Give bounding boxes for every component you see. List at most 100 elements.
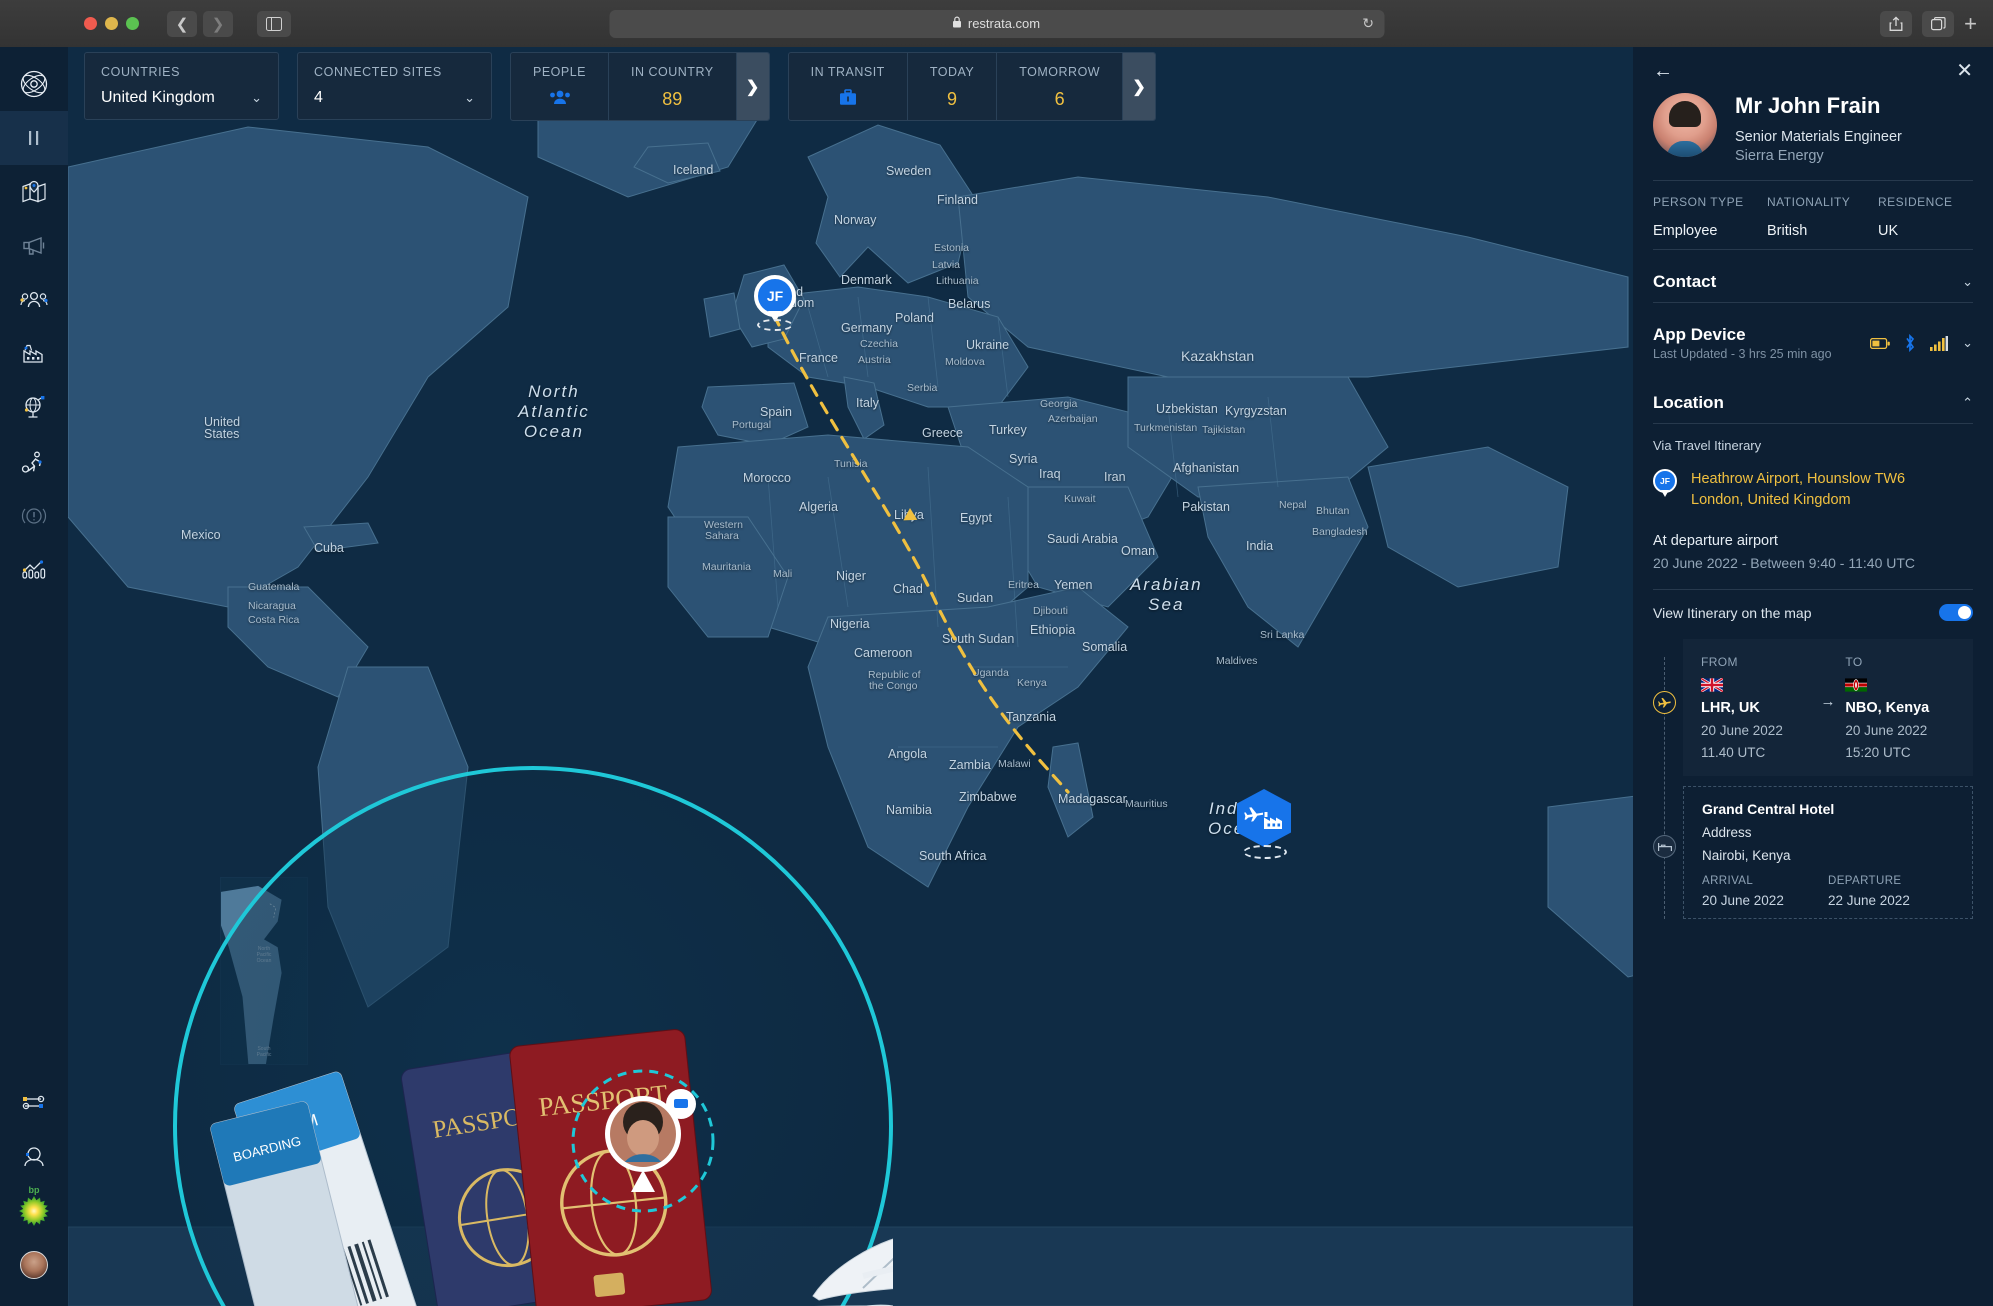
hotel-departure: DEPARTURE 22 June 2022 (1828, 875, 1954, 908)
forward-button[interactable]: ❯ (203, 10, 233, 37)
chevron-up-icon[interactable]: ⌃ (1962, 395, 1973, 411)
lock-icon (953, 16, 962, 31)
stat-tomorrow-value: 6 (1054, 89, 1065, 109)
close-icon[interactable]: ✕ (1956, 61, 1973, 81)
app-device-section-header[interactable]: App Device Last Updated - 3 hrs 25 min a… (1653, 303, 1973, 371)
left-nav-rail: bp (0, 47, 68, 1306)
stat-in-country[interactable]: IN COUNTRY 89 (609, 53, 737, 120)
sidebar-item-sites[interactable] (0, 327, 68, 381)
sidebar-item-map[interactable] (0, 165, 68, 219)
stat-tomorrow-label: TOMORROW (1019, 65, 1101, 79)
people-icon (549, 90, 570, 104)
sidebar-item-account[interactable] (0, 1238, 68, 1292)
origin-marker[interactable]: JF (754, 275, 796, 331)
sidebar-item-tenant[interactable]: bp (0, 1184, 68, 1238)
location-source: Via Travel Itinerary (1653, 438, 1762, 453)
briefcase-icon (839, 89, 856, 105)
app-device-last-updated: Last Updated - 3 hrs 25 min ago (1653, 347, 1832, 361)
sidebar-item-announcements[interactable] (0, 219, 68, 273)
destination-marker-shadow (1243, 845, 1287, 859)
avatar-icon (20, 1251, 48, 1279)
reload-icon[interactable]: ↻ (1362, 15, 1374, 32)
stat-people[interactable]: PEOPLE (511, 53, 610, 120)
sidebar-item-journey[interactable] (0, 435, 68, 489)
flight-from-label: FROM (1701, 655, 1738, 669)
chevron-down-icon[interactable]: ⌄ (464, 90, 475, 106)
hotel-address-label: Address (1702, 825, 1752, 840)
signal-bars-icon (1930, 335, 1949, 351)
destination-cluster-marker[interactable] (1237, 789, 1291, 859)
chevron-down-icon[interactable]: ⌄ (251, 90, 262, 106)
plane-icon (1244, 807, 1263, 822)
close-window-button[interactable] (84, 17, 97, 30)
chevron-down-icon[interactable]: ⌄ (1962, 274, 1973, 290)
sidebar-item-travel[interactable] (0, 381, 68, 435)
battery-icon (1870, 337, 1890, 349)
view-itinerary-toggle-row[interactable]: View Itinerary on the map (1653, 590, 1973, 621)
mini-map-inset[interactable]: North Pacific Ocean South Pacific (220, 877, 308, 1065)
flight-to-date: 20 June 2022 (1845, 723, 1928, 738)
location-status-time: 20 June 2022 - Between 9:40 - 11:40 UTC (1653, 555, 1916, 571)
stat-in-transit[interactable]: IN TRANSIT (789, 53, 908, 120)
sidebar-item-reports[interactable] (0, 543, 68, 597)
location-address-line2: London, United Kingdom (1691, 492, 1851, 508)
flight-from: FROM LHR, UK 20 June 2022 11.40 UTC (1701, 655, 1811, 760)
back-button[interactable]: ❮ (167, 10, 197, 37)
stat-today-label: TODAY (929, 65, 975, 79)
sidebar-item-people[interactable] (0, 273, 68, 327)
tabs-icon[interactable] (1922, 10, 1955, 37)
kenya-flag-icon (1845, 678, 1868, 692)
origin-marker-initials: JF (766, 288, 784, 304)
meta-residence-value: UK (1878, 223, 1899, 239)
person-name: Mr John Frain (1735, 93, 1881, 118)
sidebar-item-incidents[interactable] (0, 489, 68, 543)
stat-today[interactable]: TODAY 9 (908, 53, 998, 120)
view-itinerary-toggle[interactable] (1939, 604, 1973, 621)
person-title: Senior Materials Engineer (1735, 129, 1902, 145)
minimize-window-button[interactable] (105, 17, 118, 30)
hotel-arrival: ARRIVAL 20 June 2022 (1702, 875, 1828, 908)
sidebar-toggle-icon[interactable] (257, 10, 291, 37)
user-circle-icon (24, 1147, 44, 1167)
chevron-down-icon[interactable]: ⌄ (1962, 335, 1973, 351)
plane-icon (1653, 691, 1676, 714)
sidebar-item-settings[interactable] (0, 1076, 68, 1130)
hotel-departure-value: 22 June 2022 (1828, 893, 1910, 908)
flight-to-label: TO (1845, 655, 1863, 669)
flight-card[interactable]: FROM LHR, UK 20 June 2022 11.40 UTC → TO… (1683, 639, 1973, 776)
countries-filter[interactable]: COUNTRIES United Kingdom ⌄ (84, 52, 279, 120)
stat-tomorrow[interactable]: TOMORROW 6 (997, 53, 1124, 120)
person-profile: Mr John Frain Senior Materials Engineer … (1633, 85, 1993, 164)
arrow-left-icon[interactable]: ← (1653, 61, 1673, 81)
countries-filter-value: United Kingdom (101, 89, 215, 106)
connected-sites-filter-value: 4 (314, 89, 323, 106)
location-address[interactable]: Heathrow Airport, Hounslow TW6 London, U… (1691, 469, 1905, 511)
stat-people-label: PEOPLE (533, 65, 587, 79)
sidebar-item-logo[interactable] (0, 57, 68, 111)
meta-residence: RESIDENCE UK (1878, 195, 1953, 239)
meta-residence-label: RESIDENCE (1878, 195, 1953, 209)
hotel-card[interactable]: Grand Central Hotel Address Nairobi, Ken… (1683, 786, 1973, 919)
maximize-window-button[interactable] (126, 17, 139, 30)
contact-section-header[interactable]: Contact ⌄ (1653, 250, 1973, 302)
people-stat-next-button[interactable]: ❯ (736, 53, 769, 120)
location-section-title: Location (1653, 393, 1724, 412)
location-status: At departure airport (1653, 533, 1778, 549)
meta-person-type-label: PERSON TYPE (1653, 195, 1744, 209)
sidebar-item-dashboard[interactable] (0, 111, 68, 165)
connected-sites-filter[interactable]: CONNECTED SITES 4 ⌄ (297, 52, 492, 120)
window-controls[interactable] (84, 17, 139, 30)
plus-icon[interactable]: + (1964, 11, 1979, 37)
map-pin-icon (22, 180, 46, 203)
sidebar-item-profile-switch[interactable] (0, 1130, 68, 1184)
meta-nationality: NATIONALITY British (1767, 195, 1878, 239)
location-section-header[interactable]: Location ⌃ (1653, 371, 1973, 423)
restrata-logo-icon (20, 70, 48, 98)
transit-stat-next-button[interactable]: ❯ (1123, 53, 1156, 120)
countries-filter-label: COUNTRIES (101, 65, 181, 79)
people-stat-group: PEOPLE IN COUNTRY 89 ❯ (510, 52, 770, 121)
address-bar[interactable]: restrata.com ↻ (609, 9, 1384, 38)
alert-circle-icon (21, 508, 47, 524)
share-icon[interactable] (1880, 10, 1913, 37)
mini-map-label-south-pacific: South Pacific (256, 1046, 272, 1058)
